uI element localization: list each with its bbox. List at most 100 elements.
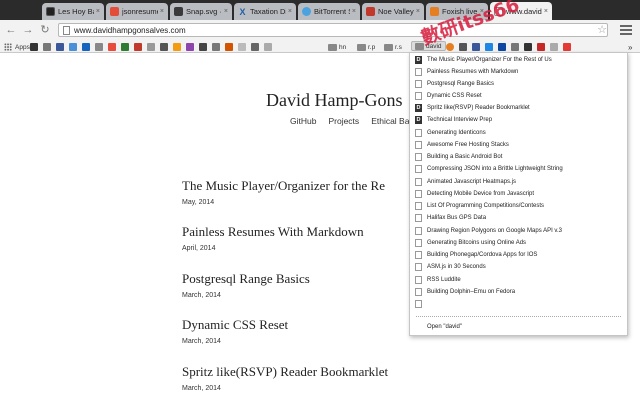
bookmark-icon[interactable]	[264, 43, 272, 51]
bookmark-icon[interactable]	[446, 43, 454, 51]
bookmark-icon[interactable]	[147, 43, 155, 51]
close-icon[interactable]: ×	[352, 8, 356, 15]
dropdown-item[interactable]: Animated Javascript Heatmaps.js	[410, 176, 627, 187]
bookmark-icon[interactable]	[498, 43, 506, 51]
close-icon[interactable]: ×	[160, 8, 164, 15]
dropdown-item[interactable]: D Spritz like(RSVP) Reader Bookmarklet	[410, 102, 627, 113]
post-title-link[interactable]: Painless Resumes With Markdown	[182, 224, 364, 240]
bookmark-icon[interactable]	[69, 43, 77, 51]
bookmark-icons-group-right	[446, 42, 573, 52]
page-icon	[415, 250, 422, 259]
post-title-link[interactable]: Dynamic CSS Reset	[182, 317, 288, 333]
bookmark-icon[interactable]	[56, 43, 64, 51]
nav-link-github[interactable]: GitHub	[290, 116, 316, 126]
noe-icon	[366, 7, 375, 16]
dropdown-item[interactable]: Detecting Mobile Device from Javascript	[410, 188, 627, 199]
bookmark-icon[interactable]	[251, 43, 259, 51]
bookmark-icon[interactable]	[472, 43, 480, 51]
menu-icon[interactable]	[620, 24, 632, 36]
dropdown-item[interactable]: RSS Luddite	[410, 274, 627, 285]
folder-icon	[384, 43, 393, 51]
post-title-link[interactable]: The Music Player/Organizer for the Re	[182, 178, 385, 194]
bookmark-icon[interactable]	[238, 43, 246, 51]
bookmark-icon[interactable]	[121, 43, 129, 51]
page-icon	[415, 299, 422, 308]
bookmark-icon[interactable]	[511, 43, 519, 51]
close-icon[interactable]: ×	[288, 8, 292, 15]
open-all-item[interactable]: Open "david"	[410, 321, 627, 332]
folder-icon	[415, 42, 424, 50]
dropdown-item[interactable]: Building a Basic Android Bot	[410, 151, 627, 162]
bookmark-folder-rs[interactable]: r.s	[384, 42, 402, 52]
dropdown-item[interactable]: Drawing Region Polygons on Google Maps A…	[410, 225, 627, 236]
bookmark-icon[interactable]	[199, 43, 207, 51]
folder-icon	[328, 43, 337, 51]
page-icon	[415, 140, 422, 149]
tab-3[interactable]: X Taxation Divis ×	[234, 3, 296, 20]
bookmark-icon[interactable]	[212, 43, 220, 51]
bookmark-folder-rp[interactable]: r.p	[357, 42, 375, 52]
dropdown-item[interactable]: Postgresql Range Basics	[410, 78, 627, 89]
dropdown-item[interactable]: Generating Bitcoins using Online Ads	[410, 237, 627, 248]
close-icon[interactable]: ×	[544, 8, 548, 15]
tab-2[interactable]: Snap.svg · Sup ×	[170, 3, 232, 20]
reload-icon[interactable]: ↻	[39, 24, 51, 36]
bookmark-icon[interactable]	[134, 43, 142, 51]
bookmark-icon[interactable]	[95, 43, 103, 51]
post-date: March, 2014	[182, 385, 221, 392]
bookmark-folder-hn[interactable]: hn	[328, 42, 346, 52]
bookmark-icon[interactable]	[30, 43, 38, 51]
bookmark-icon[interactable]	[537, 43, 545, 51]
bookmark-icon[interactable]	[173, 43, 181, 51]
page-icon	[415, 177, 422, 186]
dropdown-item[interactable]: List Of Programming Competitions/Contest…	[410, 200, 627, 211]
dropdown-item[interactable]: ASM.js in 30 Seconds	[410, 261, 627, 272]
tab-1[interactable]: jsonresume-th ×	[106, 3, 168, 20]
bookmark-icon[interactable]	[563, 43, 571, 51]
back-arrow-icon[interactable]: ←	[5, 24, 17, 36]
dropdown-item[interactable]: Awesome Free Hosting Stacks	[410, 139, 627, 150]
bookmark-icon[interactable]	[82, 43, 90, 51]
tab-5[interactable]: Noe Valley – Sa ×	[362, 3, 424, 20]
bookmark-icon[interactable]	[485, 43, 493, 51]
post-title-link[interactable]: Postgresql Range Basics	[182, 271, 310, 287]
tab-0[interactable]: Les Hoy Babies ×	[42, 3, 104, 20]
bookmark-icon[interactable]	[108, 43, 116, 51]
dropdown-item[interactable]: Painless Resumes with Markdown	[410, 66, 627, 77]
tab-strip: Les Hoy Babies × jsonresume-th × Snap.sv…	[0, 0, 640, 20]
bookmark-icon[interactable]	[524, 43, 532, 51]
film-icon	[46, 7, 55, 16]
dropdown-item[interactable]: Halifax Bus GPS Data	[410, 212, 627, 223]
apps-bookmark[interactable]: Apps	[4, 42, 30, 52]
bookmark-icon[interactable]	[186, 43, 194, 51]
tab-4[interactable]: BitTorrent Sync ×	[298, 3, 360, 20]
dropdown-item[interactable]	[410, 298, 627, 309]
bookmark-icon[interactable]	[459, 43, 467, 51]
folder-icon	[357, 43, 366, 51]
bookmark-icon[interactable]	[43, 43, 51, 51]
close-icon[interactable]: ×	[96, 8, 100, 15]
close-icon[interactable]: ×	[224, 8, 228, 15]
dropdown-item[interactable]: Dynamic CSS Reset	[410, 90, 627, 101]
dropdown-item[interactable]: D Technical Interview Prep	[410, 114, 627, 125]
site-nav: GitHub Projects Ethical Barc	[290, 116, 417, 126]
page-icon	[415, 287, 422, 296]
dropdown-item[interactable]: Generating Identicons	[410, 127, 627, 138]
bookmark-icon[interactable]	[160, 43, 168, 51]
site-logo-icon: D	[415, 115, 422, 124]
page-icon	[415, 201, 422, 210]
address-bar[interactable]: www.davidhampgonsalves.com	[58, 23, 608, 37]
dropdown-item[interactable]: Building Phonegap/Cordova Apps for IOS	[410, 249, 627, 260]
nav-link-projects[interactable]: Projects	[328, 116, 359, 126]
dropdown-item[interactable]: Compressing JSON into a Brittle Lightwei…	[410, 163, 627, 174]
post-title-link[interactable]: Spritz like(RSVP) Reader Bookmarklet	[182, 364, 388, 380]
close-icon[interactable]: ×	[416, 8, 420, 15]
dropdown-item[interactable]: D The Music Player/Organizer For the Res…	[410, 54, 627, 65]
bookmark-icon[interactable]	[550, 43, 558, 51]
dropdown-item[interactable]: Building Dolphin–Emu on Fedora	[410, 286, 627, 297]
more-bookmarks-icon[interactable]: »	[628, 42, 632, 52]
post-entry: Spritz like(RSVP) Reader Bookmarklet Mar…	[182, 364, 388, 392]
star-icon[interactable]: ☆	[596, 24, 608, 36]
bookmark-icon[interactable]	[225, 43, 233, 51]
forward-arrow-icon[interactable]: →	[22, 24, 34, 36]
